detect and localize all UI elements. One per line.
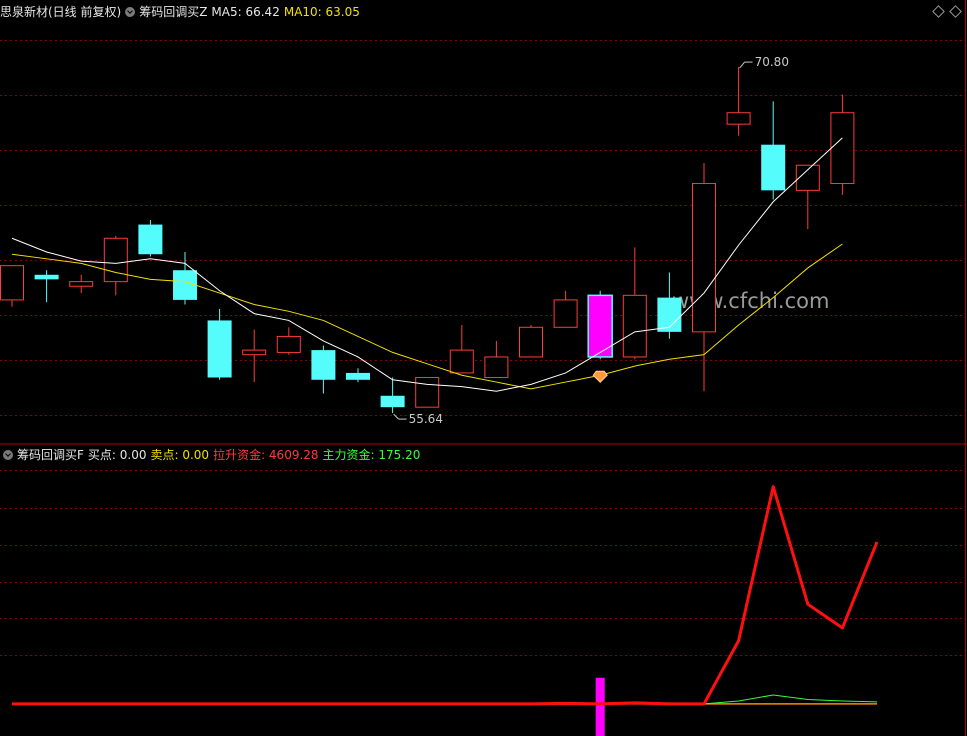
signal-bar [595,677,605,736]
ma10-line [11,243,843,390]
sell-point-value: 卖点: 0.00 [150,448,210,462]
main-fund-value: 主力资金: 175.20 [322,448,421,462]
candle-up [519,326,543,358]
candle-up [484,356,509,379]
sub-chart-header: 筹码回调买F 买点: 0.00 卖点: 0.00 拉升资金: 4609.28 主力资金:… [3,447,424,463]
candle-up [622,294,647,358]
ma5-value: MA5: 66.42 [211,5,280,19]
candle-down [346,372,370,380]
main-chart-header: 思泉新材(日线 前复权) 筹码回调买Z MA5: 66.42 MA10: 63.05 [0,4,364,20]
lift-fund-value: 拉升资金: 4609.28 [213,448,319,462]
candle-down [207,320,232,378]
low-price-label: 55.64 [409,412,443,426]
ma5-line [11,137,843,392]
high-marker-arrow [739,61,745,69]
candle-up [242,349,267,356]
candle-up [692,182,716,333]
candle-down [138,224,163,255]
candle-up [0,265,24,301]
candle-up [726,112,751,125]
dropdown-circle-icon[interactable] [3,450,13,460]
candle-up [276,335,301,353]
dropdown-circle-icon[interactable] [125,7,136,17]
candle-down [761,144,786,191]
buy-point-value: 买点: 0.00 [87,448,147,462]
low-marker-arrow [393,413,399,420]
candle-down [173,270,197,300]
chart-canvas: www.cfchi.com70.8055.64 [0,0,967,736]
high-price-label: 70.80 [755,55,789,69]
stock-title[interactable]: 思泉新材(日线 前复权) [0,5,121,19]
candle-up [103,237,128,283]
lift-fund-line [12,485,879,706]
candle-up [449,349,474,374]
main-indicator-name[interactable]: 筹码回调买Z [139,5,207,19]
candle-down [311,350,336,380]
ma10-value: MA10: 63.05 [283,5,360,19]
candle-up [415,377,440,408]
signal-diamond-icon [592,370,608,383]
candle-up [69,281,94,287]
candle-up [830,112,855,184]
sub-indicator-name[interactable]: 筹码回调买F [17,448,84,462]
candle-up [553,299,578,328]
candle-down [34,274,59,280]
candle-down [380,395,405,408]
